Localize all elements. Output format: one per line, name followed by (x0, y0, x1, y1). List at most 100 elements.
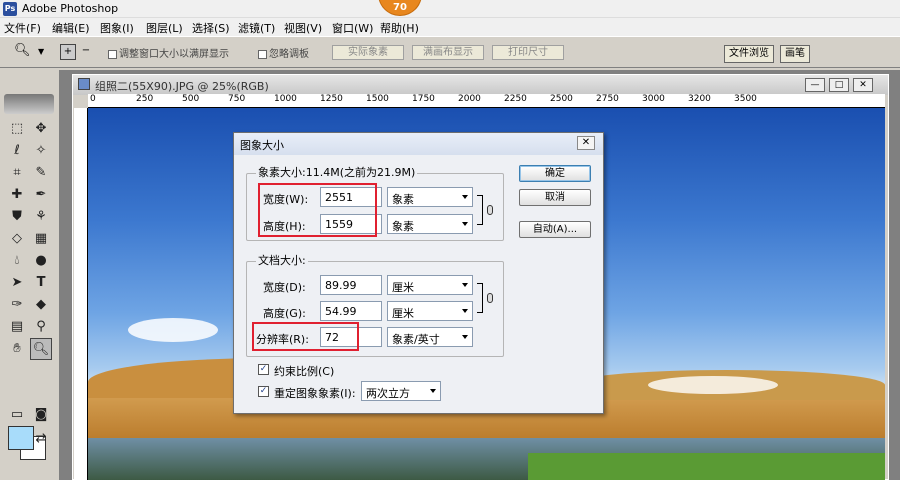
standard-mode-icon[interactable]: ▭ (6, 404, 28, 426)
resolution-unit-select[interactable]: 象素/英寸 (387, 327, 473, 347)
actual-pixels-button[interactable]: 实际象素 (332, 45, 404, 60)
doc-height-unit-value: 厘米 (392, 307, 414, 320)
quick-mask-icon[interactable]: ◙ (30, 404, 52, 426)
menu-window[interactable]: 窗口(W) (332, 20, 373, 36)
resize-window-checkbox[interactable]: 调整窗口大小以满屏显示 (108, 45, 229, 60)
ruler-mark: 2750 (596, 94, 619, 104)
ruler-mark: 2250 (504, 94, 527, 104)
resample-method-select[interactable]: 两次立方 (361, 381, 441, 401)
blur-tool-icon[interactable]: 💧︎ (6, 250, 28, 272)
close-button[interactable]: ✕ (853, 78, 873, 92)
doc-width-input[interactable] (320, 275, 382, 295)
zoom-in-icon[interactable]: + (60, 44, 76, 60)
height-unit-select[interactable]: 象素 (387, 214, 473, 234)
menubar: 文件(F) 编辑(E) 图象(I) 图层(L) 选择(S) 滤镜(T) 视图(V… (0, 18, 900, 36)
document-titlebar[interactable]: 组照二(55X90).JPG @ 25%(RGB) — □ ✕ (73, 75, 888, 95)
ruler-mark: 2000 (458, 94, 481, 104)
cloud (648, 376, 778, 394)
doc-width-unit-select[interactable]: 厘米 (387, 275, 473, 295)
history-brush-tool-icon[interactable]: ⚘ (30, 206, 52, 228)
slice-tool-icon[interactable]: ✎ (30, 162, 52, 184)
magic-wand-tool-icon[interactable]: ✧ (30, 140, 52, 162)
photoshop-logo-icon: Ps (3, 2, 17, 16)
ruler-mark: 500 (182, 94, 200, 104)
lasso-tool-icon[interactable]: ℓ (6, 140, 28, 162)
chevron-down-icon (462, 309, 468, 313)
notes-tool-icon[interactable]: ▤ (6, 316, 28, 338)
menu-view[interactable]: 视图(V) (284, 20, 322, 36)
zoom-tool-icon[interactable]: 🔍︎ (14, 43, 31, 58)
cancel-button[interactable]: 取消 (519, 189, 591, 206)
foreground-color-swatch[interactable] (8, 426, 34, 450)
move-tool-icon[interactable]: ✥ (30, 118, 52, 140)
path-selection-tool-icon[interactable]: ➤ (6, 272, 28, 294)
print-size-button[interactable]: 打印尺寸 (492, 45, 564, 60)
maximize-button[interactable]: □ (829, 78, 849, 92)
menu-filter[interactable]: 滤镜(T) (238, 20, 275, 36)
crop-tool-icon[interactable]: ⌗ (6, 162, 28, 184)
healing-brush-tool-icon[interactable]: ✚ (6, 184, 28, 206)
constrain-proportions-checkbox[interactable]: ✓ (258, 364, 269, 375)
ok-button[interactable]: 确定 (519, 165, 591, 182)
pen-tool-icon[interactable]: ✑ (6, 294, 28, 316)
resample-image-label: 重定图象象素(I): (274, 387, 356, 400)
zoom-tool-icon-active[interactable]: 🔍︎ (30, 338, 52, 360)
zoom-out-icon[interactable]: − (78, 44, 94, 60)
width-unit-select[interactable]: 象素 (387, 187, 473, 207)
chevron-down-icon (462, 335, 468, 339)
dialog-title: 图象大小 (240, 139, 284, 152)
toolbox-header (4, 94, 54, 114)
menu-image[interactable]: 图象(I) (100, 20, 134, 36)
pixel-dimensions-label: 象素大小:11.4M(之前为21.9M) (256, 164, 418, 180)
brush-tool-icon[interactable]: ✒ (30, 184, 52, 206)
toolbox: ⬚ ✥ ℓ ✧ ⌗ ✎ ✚ ✒ ⛊ ⚘ ◇ ▦ 💧︎ ● ➤ T ✑ ◆ ▤ ⚲… (0, 70, 60, 480)
type-tool-icon[interactable]: T (30, 272, 52, 294)
auto-button[interactable]: 自动(A)... (519, 221, 591, 238)
options-bar: 🔍︎ ▼ + − 调整窗口大小以满屏显示 忽略调板 实际象素 满画布显示 打印尺… (0, 36, 900, 68)
ruler-mark: 1250 (320, 94, 343, 104)
cloud (128, 318, 218, 342)
ruler-mark: 3500 (734, 94, 757, 104)
height-unit-value: 象素 (392, 220, 414, 233)
menu-layer[interactable]: 图层(L) (146, 20, 183, 36)
document-icon (78, 78, 90, 90)
resample-method-value: 两次立方 (366, 387, 410, 400)
doc-width-label: 宽度(D): (263, 281, 306, 294)
ruler-mark: 250 (136, 94, 154, 104)
shape-tool-icon[interactable]: ◆ (30, 294, 52, 316)
ruler-mark: 1750 (412, 94, 435, 104)
menu-select[interactable]: 选择(S) (192, 20, 230, 36)
marquee-tool-icon[interactable]: ⬚ (6, 118, 28, 140)
doc-height-unit-select[interactable]: 厘米 (387, 301, 473, 321)
ruler-horizontal: 0 250 500 750 1000 1250 1500 1750 2000 2… (88, 94, 885, 108)
tab-brushes[interactable]: 画笔 (780, 45, 810, 63)
menu-file[interactable]: 文件(F) (4, 20, 41, 36)
doc-link-bracket (477, 283, 483, 313)
dialog-close-button[interactable]: ✕ (577, 136, 595, 150)
chevron-down-icon[interactable]: ▼ (38, 47, 44, 56)
minimize-button[interactable]: — (805, 78, 825, 92)
chain-link-icon (487, 205, 493, 215)
ruler-vertical (74, 108, 88, 480)
ruler-mark: 750 (228, 94, 246, 104)
gradient-tool-icon[interactable]: ▦ (30, 228, 52, 250)
ignore-palettes-checkbox[interactable]: 忽略调板 (258, 45, 309, 60)
document-title: 组照二(55X90).JPG @ 25%(RGB) (95, 80, 269, 93)
tab-file-browser[interactable]: 文件浏览 (724, 45, 774, 63)
highlight-box-resolution (252, 322, 359, 351)
dialog-titlebar[interactable]: 图象大小 ✕ (234, 133, 603, 155)
dodge-tool-icon[interactable]: ● (30, 250, 52, 272)
image-size-dialog: 图象大小 ✕ 象素大小:11.4M(之前为21.9M) 宽度(W): 象素 高度… (233, 132, 604, 414)
menu-help[interactable]: 帮助(H) (380, 20, 419, 36)
doc-height-input[interactable] (320, 301, 382, 321)
eyedropper-tool-icon[interactable]: ⚲ (30, 316, 52, 338)
menu-edit[interactable]: 编辑(E) (52, 20, 90, 36)
eraser-tool-icon[interactable]: ◇ (6, 228, 28, 250)
hand-tool-icon[interactable]: ✋︎ (6, 338, 28, 360)
grass-bank (528, 453, 885, 480)
resize-window-label: 调整窗口大小以满屏显示 (119, 49, 229, 60)
fit-screen-button[interactable]: 满画布显示 (412, 45, 484, 60)
resample-image-checkbox[interactable]: ✓ (258, 386, 269, 397)
clone-stamp-tool-icon[interactable]: ⛊ (6, 206, 28, 228)
resolution-unit-value: 象素/英寸 (392, 333, 440, 346)
